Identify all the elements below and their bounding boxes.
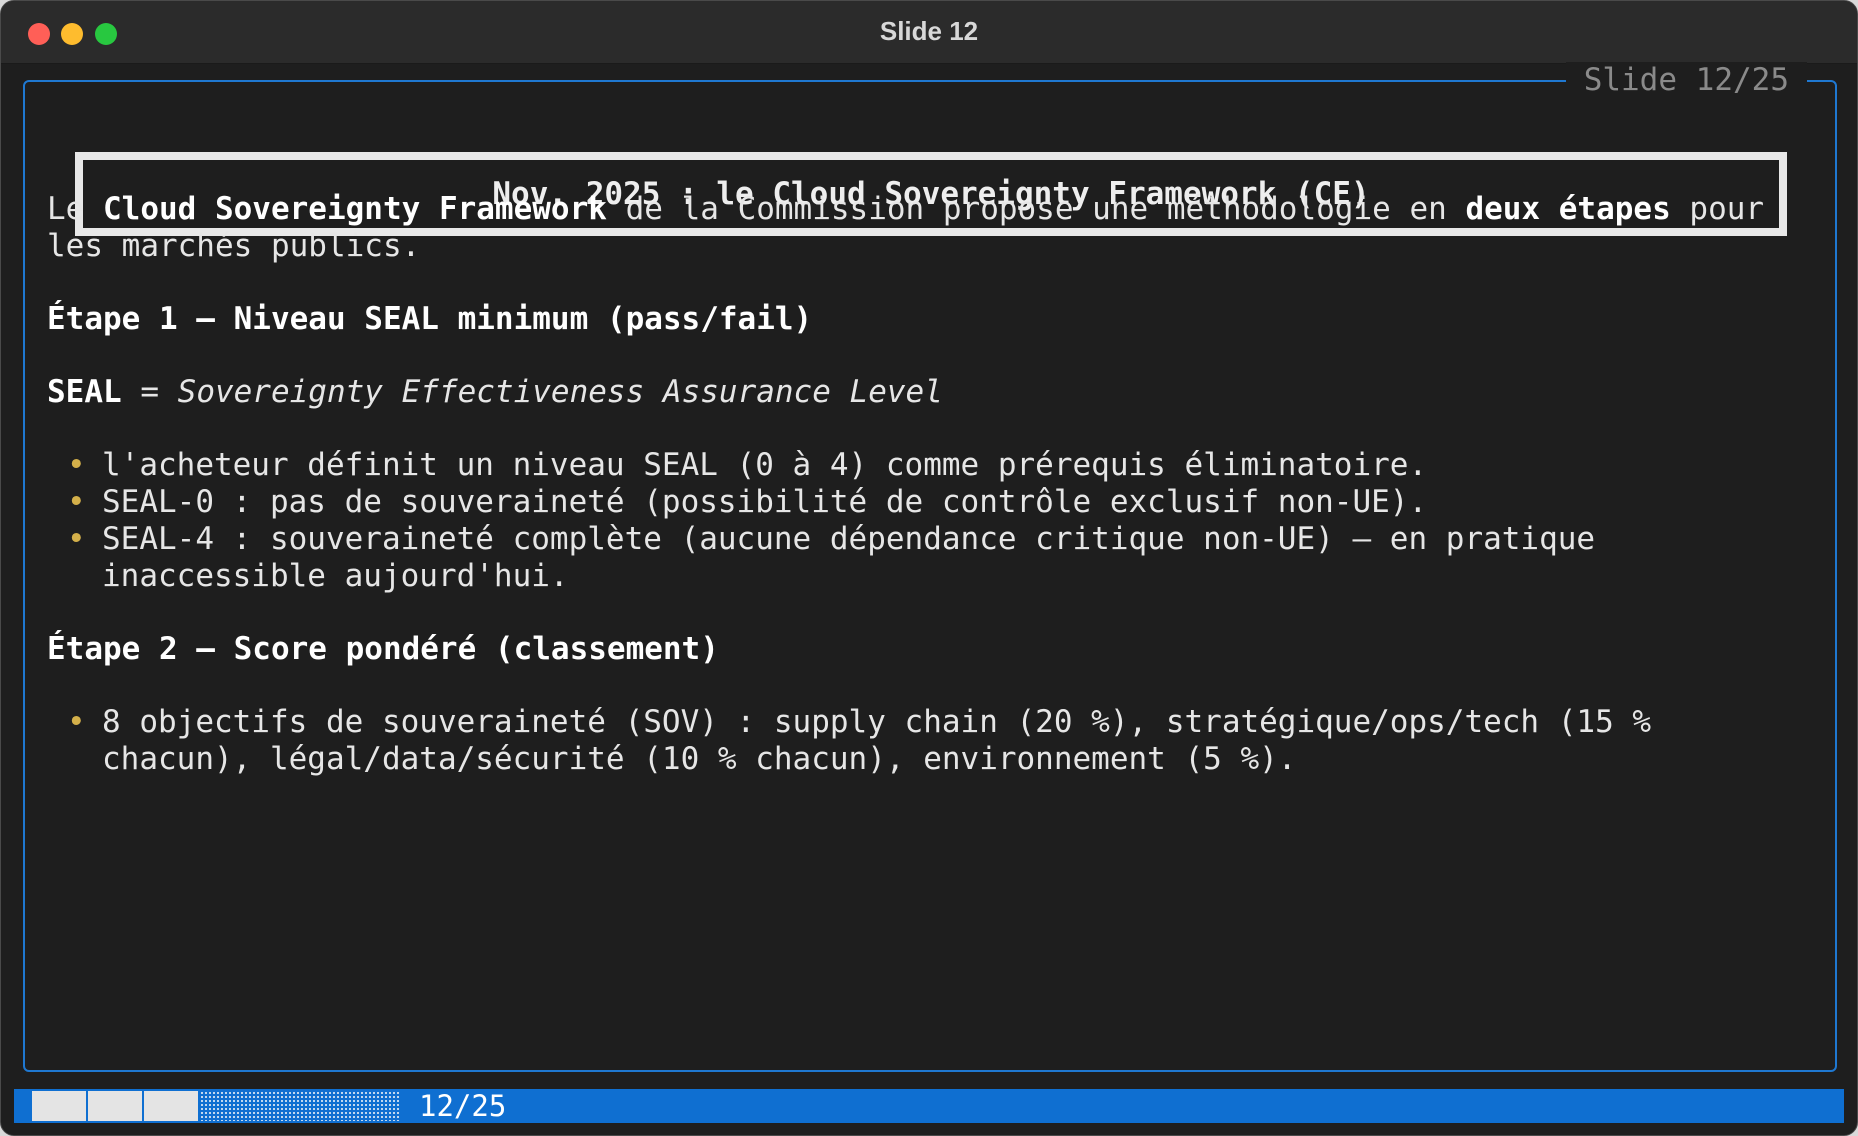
list-item: l'acheteur définit un niveau SEAL (0 à 4… bbox=[47, 447, 1767, 484]
seal-term: SEAL bbox=[47, 374, 122, 410]
intro-bold-framework: Cloud Sovereignty Framework bbox=[103, 191, 607, 227]
list-item: SEAL-4 : souveraineté complète (aucune d… bbox=[47, 521, 1767, 595]
intro-paragraph: Le Cloud Sovereignty Framework de la Com… bbox=[47, 191, 1767, 265]
title-bar: Slide 12 bbox=[1, 1, 1857, 64]
seal-expansion: Sovereignty Effectiveness Assurance Leve… bbox=[177, 374, 943, 410]
step1-heading: Étape 1 — Niveau SEAL minimum (pass/fail… bbox=[47, 301, 813, 337]
progress-segment bbox=[88, 1091, 142, 1121]
intro-text-1: Le bbox=[47, 191, 103, 227]
window-title: Slide 12 bbox=[879, 16, 979, 46]
terminal-window: Slide 12 Slide 12/25 Nov. 2025 : le Clou… bbox=[0, 0, 1858, 1136]
list-item: 8 objectifs de souveraineté (SOV) : supp… bbox=[47, 704, 1767, 778]
step2-heading: Étape 2 — Score pondéré (classement) bbox=[47, 631, 719, 667]
intro-text-2: de la Commission propose une méthodologi… bbox=[606, 191, 1466, 227]
step2-bullet-list: 8 objectifs de souveraineté (SOV) : supp… bbox=[47, 704, 1767, 778]
slide-counter: Slide 12/25 bbox=[1565, 62, 1807, 98]
step1-bullet-list: l'acheteur définit un niveau SEAL (0 à 4… bbox=[47, 447, 1767, 595]
progress-segment bbox=[144, 1091, 198, 1121]
progress-segment bbox=[32, 1091, 86, 1121]
intro-bold-steps: deux étapes bbox=[1465, 191, 1671, 227]
slide-content: Le Cloud Sovereignty Framework de la Com… bbox=[47, 191, 1767, 814]
progress-partial-segment bbox=[200, 1091, 400, 1121]
seal-definition: SEAL = Sovereignty Effectiveness Assuran… bbox=[47, 374, 943, 410]
list-item: SEAL-0 : pas de souveraineté (possibilit… bbox=[47, 484, 1767, 521]
progress-text: 12/25 bbox=[419, 1089, 507, 1123]
status-bar: 12/25 bbox=[14, 1089, 1844, 1123]
